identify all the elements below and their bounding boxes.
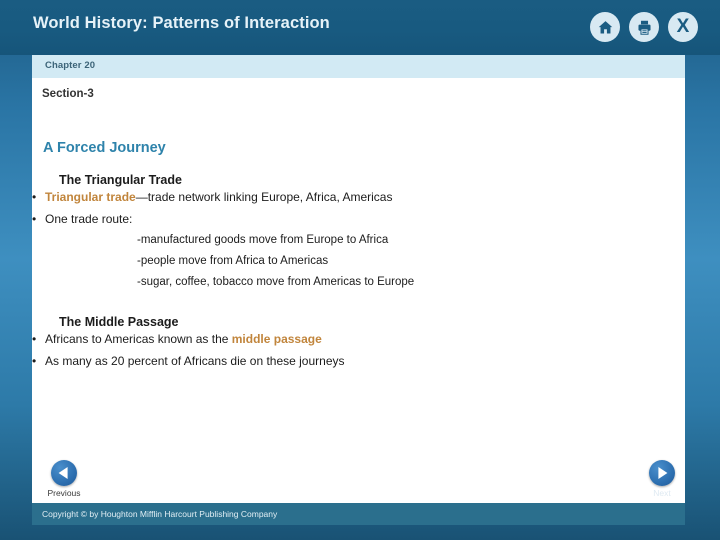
list-item-text: One trade route: xyxy=(45,211,133,226)
presentation-slide: World History: Patterns of Interaction X… xyxy=(0,0,720,540)
slide-title: A Forced Journey xyxy=(43,140,166,156)
triangle-left-icon xyxy=(58,467,68,479)
previous-button[interactable]: Previous xyxy=(40,460,88,498)
header-icon-group: X xyxy=(590,12,698,42)
sub-line: -manufactured goods move from Europe to … xyxy=(137,234,389,246)
list-item-text: As many as 20 percent of Africans die on… xyxy=(45,353,345,368)
close-icon-glyph: X xyxy=(676,16,690,37)
slide-body: The Triangular Trade Triangular trade—tr… xyxy=(32,173,685,372)
copyright-bar: Copyright © by Houghton Mifflin Harcourt… xyxy=(32,503,685,525)
list-item: Africans to Americas known as the middle… xyxy=(32,329,685,351)
triangle-right-icon xyxy=(658,467,668,479)
previous-arrow-icon xyxy=(51,460,77,486)
previous-button-label: Previous xyxy=(47,488,81,498)
header-bar: World History: Patterns of Interaction X xyxy=(0,0,720,55)
page-title: World History: Patterns of Interaction xyxy=(33,14,330,32)
highlight-term: Triangular trade xyxy=(45,190,136,204)
block-heading-middle-passage: The Middle Passage xyxy=(59,315,179,329)
print-icon[interactable] xyxy=(629,12,659,42)
bullet-list-triangular-trade: Triangular trade—trade network linking E… xyxy=(32,187,685,230)
list-item: Triangular trade—trade network linking E… xyxy=(32,187,685,209)
list-item-text: Africans to Americas known as the xyxy=(45,332,232,346)
chapter-label: Chapter 20 xyxy=(45,60,96,71)
section-label: Section-3 xyxy=(42,88,94,100)
sub-line: -sugar, coffee, tobacco move from Americ… xyxy=(137,276,415,288)
next-button-label: Next xyxy=(653,488,671,498)
close-icon[interactable]: X xyxy=(668,12,698,42)
home-icon[interactable] xyxy=(590,12,620,42)
list-item: One trade route: xyxy=(32,209,685,231)
highlight-term: middle passage xyxy=(231,332,322,346)
list-item: As many as 20 percent of Africans die on… xyxy=(32,351,685,373)
copyright-text: Copyright © by Houghton Mifflin Harcourt… xyxy=(42,509,278,519)
next-arrow-icon xyxy=(649,460,675,486)
next-button[interactable]: Next xyxy=(638,460,686,498)
list-item-text: —trade network linking Europe, Africa, A… xyxy=(135,190,393,204)
chapter-bar: Chapter 20 xyxy=(32,55,685,78)
block-heading-triangular-trade: The Triangular Trade xyxy=(59,173,182,187)
slide-content-panel: Chapter 20 Section-3 A Forced Journey Th… xyxy=(32,55,685,503)
bullet-list-middle-passage: Africans to Americas known as the middle… xyxy=(32,329,685,372)
sub-line: -people move from Africa to Americas xyxy=(137,255,329,267)
